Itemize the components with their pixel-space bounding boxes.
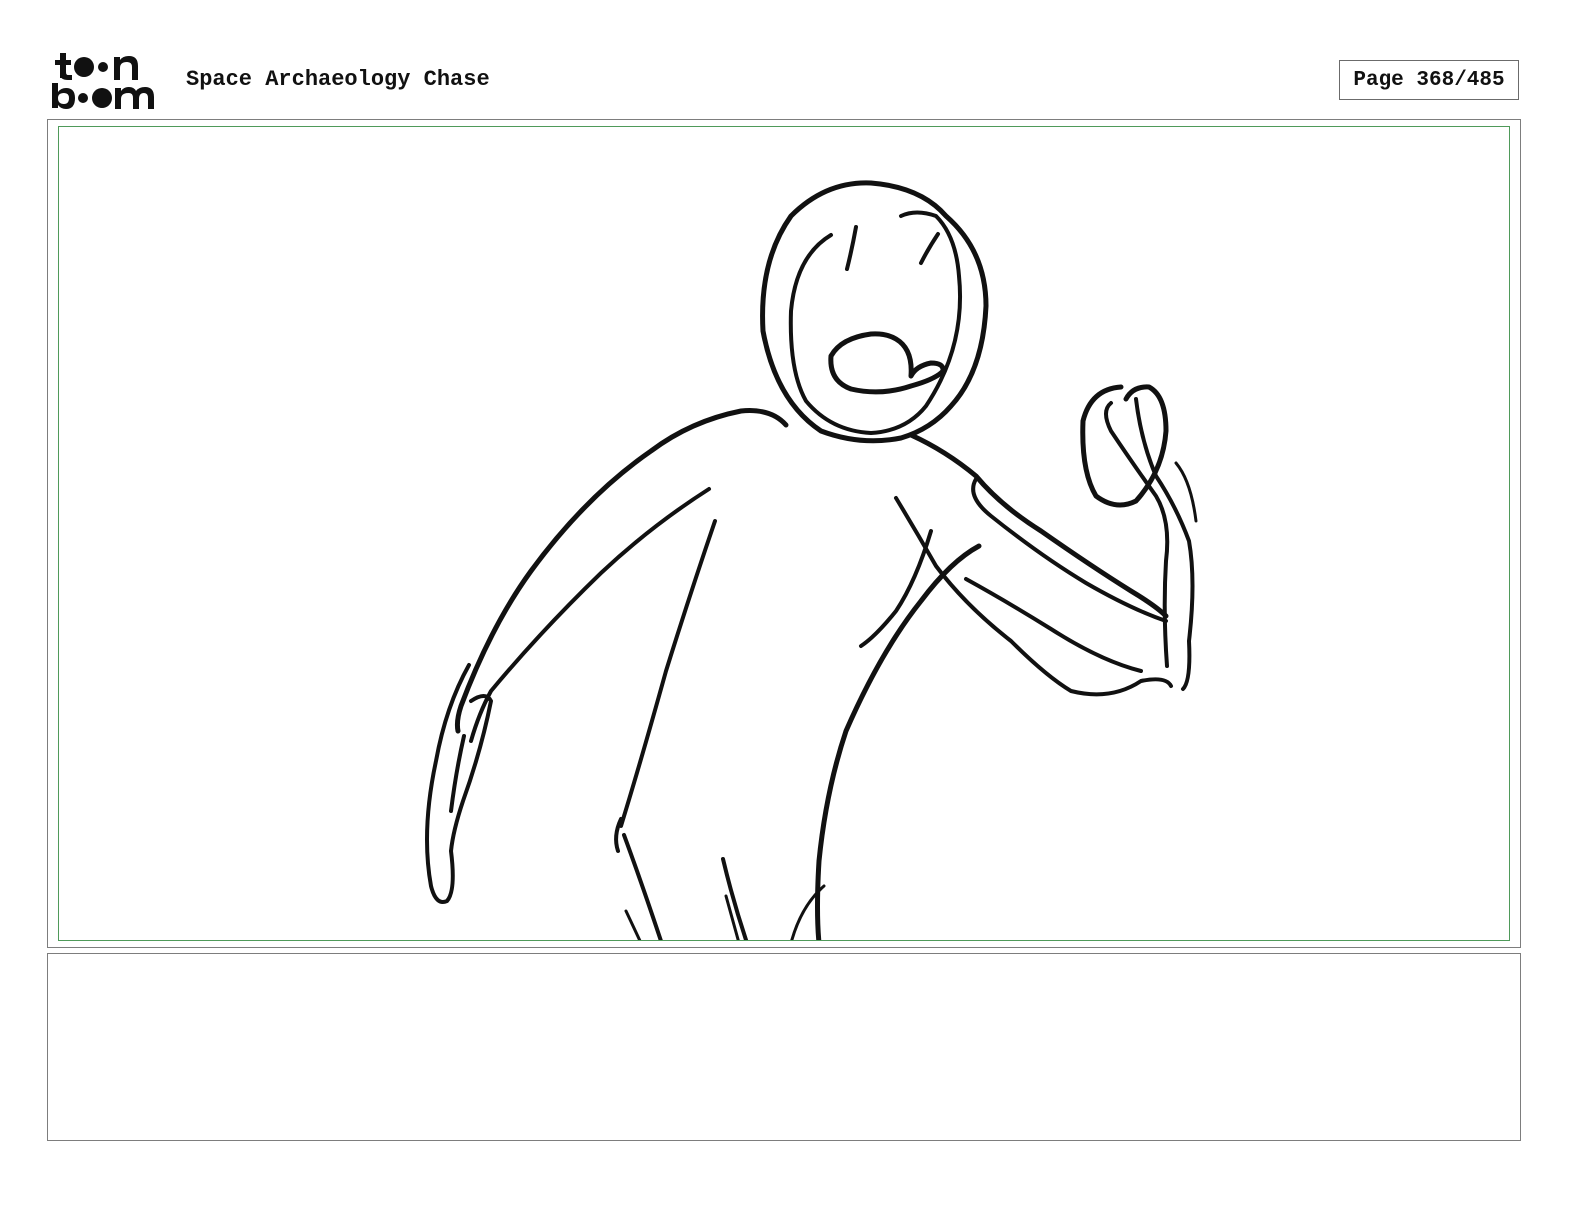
torso-left-foot — [614, 817, 623, 853]
fist — [1080, 384, 1169, 508]
character-sketch — [425, 180, 1198, 940]
fist-finger — [1104, 401, 1170, 668]
left-leg — [622, 833, 663, 940]
logo-top-row — [55, 53, 138, 80]
toonboom-logo — [52, 53, 154, 109]
right-eye — [919, 232, 940, 265]
head-inner-line — [788, 210, 963, 435]
torso-left — [619, 519, 717, 828]
fist-curve — [1174, 461, 1198, 523]
left-leg-small — [624, 909, 642, 940]
panel-caption-box — [47, 953, 1521, 1141]
torso-right-line — [859, 529, 933, 648]
logo-bottom-row — [52, 83, 154, 109]
left-hand — [425, 663, 493, 904]
left-arm-outer — [454, 408, 789, 734]
page-counter: Page 368/485 — [1339, 60, 1519, 100]
right-shoulder — [908, 432, 1169, 619]
head-outline — [760, 180, 989, 444]
project-title: Space Archaeology Chase — [186, 67, 490, 92]
mouth — [828, 331, 946, 395]
left-eye — [845, 225, 858, 271]
panel-safe-area — [58, 126, 1510, 941]
left-arm-inner — [469, 487, 711, 743]
